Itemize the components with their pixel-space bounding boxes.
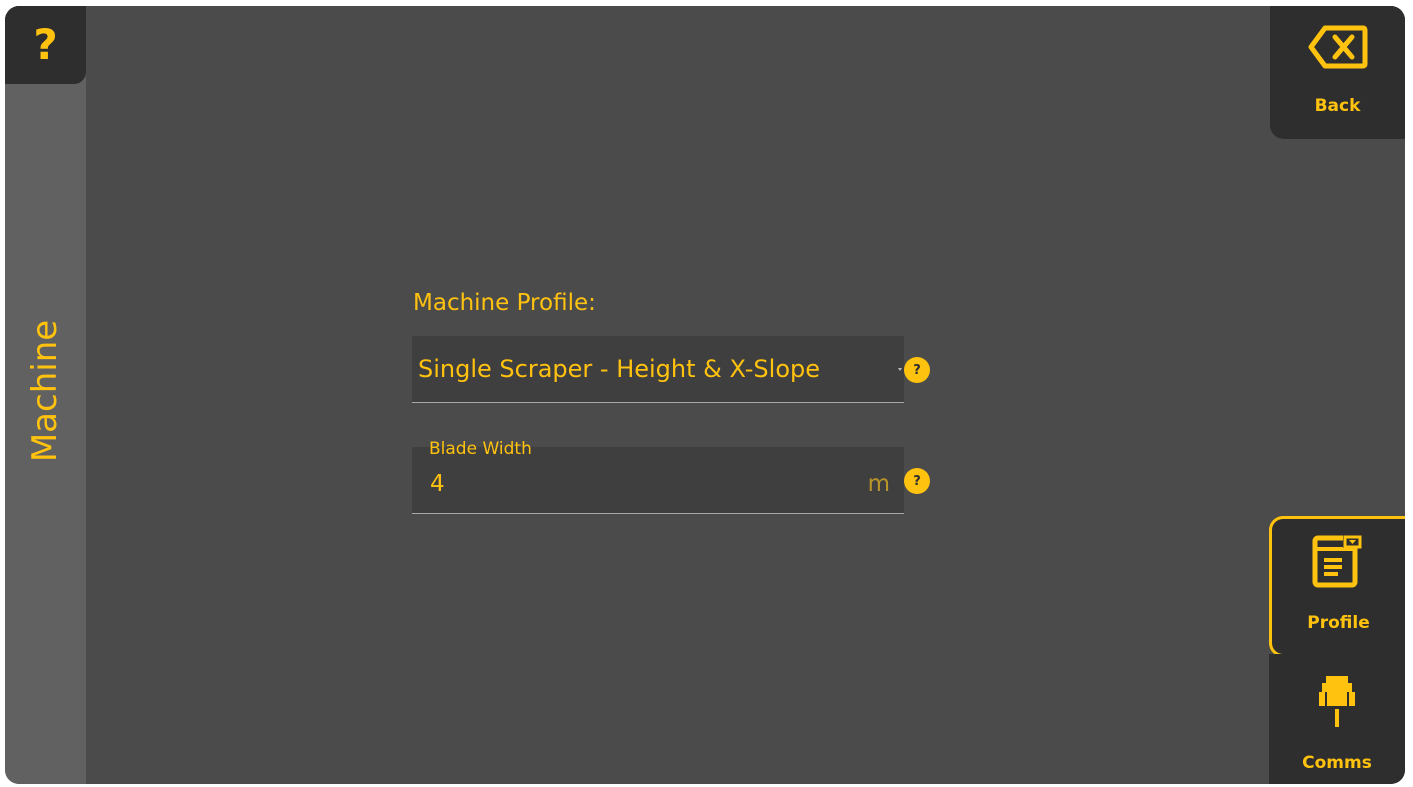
question-mark-icon: ? [913,473,921,489]
machine-profile-select[interactable]: Single Scraper - Height & X-Slope [412,336,904,403]
page-title: Machine [25,319,65,463]
connector-plug-icon [1319,676,1355,727]
back-button[interactable]: Back [1270,6,1405,139]
tab-profile-label: Profile [1307,613,1370,633]
chevron-down-icon [898,368,902,371]
tab-comms[interactable]: Comms [1269,654,1405,784]
blade-width-label: Blade Width [429,439,532,459]
left-rail: ? Machine [5,6,86,784]
blade-width-value: 4 [430,471,445,497]
tab-profile[interactable]: Profile [1269,516,1405,657]
back-button-label: Back [1314,96,1361,116]
question-mark-icon: ? [913,362,921,378]
blade-width-unit: m [867,471,890,497]
machine-profile-label: Machine Profile: [413,290,596,316]
help-button[interactable]: ? [5,6,86,84]
profile-help-button[interactable]: ? [904,357,930,383]
backspace-x-icon [1308,25,1368,69]
profile-form-icon [1312,535,1362,588]
blade-width-help-button[interactable]: ? [904,468,930,494]
blade-width-field[interactable]: Blade Width 4 m [412,439,904,514]
machine-profile-value: Single Scraper - Height & X-Slope [418,355,820,383]
question-mark-icon: ? [33,20,58,69]
machine-settings-screen: ? Machine Back Profile Comms Machine Pro… [5,6,1405,784]
tab-comms-label: Comms [1302,753,1372,773]
